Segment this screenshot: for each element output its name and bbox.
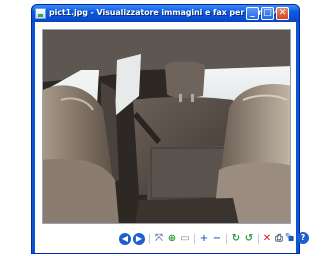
picture-viewer-app-icon[interactable] [35,8,46,19]
rotate-clockwise-icon[interactable]: ↻ [230,233,242,245]
viewer-toolbar: ◀ ▶ ⤧ ⊕ ▭ + − ↻ ↺ ✕ ⎙ ▪ [35,230,296,250]
close-button[interactable]: ✕ [276,7,289,20]
image-viewer-window: pict1.jpg - Visualizzatore immagini e fa… [31,4,300,254]
toolbar-separator [149,234,150,244]
best-fit-icon[interactable]: ⤧ [153,233,165,245]
rotate-counterclockwise-icon[interactable]: ↺ [243,233,255,245]
actual-size-icon[interactable]: ⊕ [166,233,178,245]
edit-icon[interactable]: ✎ [283,232,295,244]
displayed-photo[interactable] [42,29,291,224]
previous-image-icon[interactable]: ◀ [119,233,131,245]
delete-icon[interactable]: ✕ [261,233,273,245]
car-interior-photo [43,30,290,223]
zoom-out-icon[interactable]: − [211,233,223,245]
toolbar-separator [258,234,259,244]
next-image-icon[interactable]: ▶ [133,233,145,245]
zoom-in-icon[interactable]: + [198,233,210,245]
help-icon[interactable]: ? [297,232,309,244]
toolbar-separator [194,234,195,244]
title-bar[interactable]: pict1.jpg - Visualizzatore immagini e fa… [32,5,299,22]
toolbar-separator [226,234,227,244]
minimize-button[interactable]: _ [246,7,259,20]
slideshow-icon[interactable]: ▭ [179,233,191,245]
viewer-client-area: ◀ ▶ ⤧ ⊕ ▭ + − ↻ ↺ ✕ ⎙ ▪ [35,22,296,253]
maximize-button[interactable]: □ [261,7,274,20]
